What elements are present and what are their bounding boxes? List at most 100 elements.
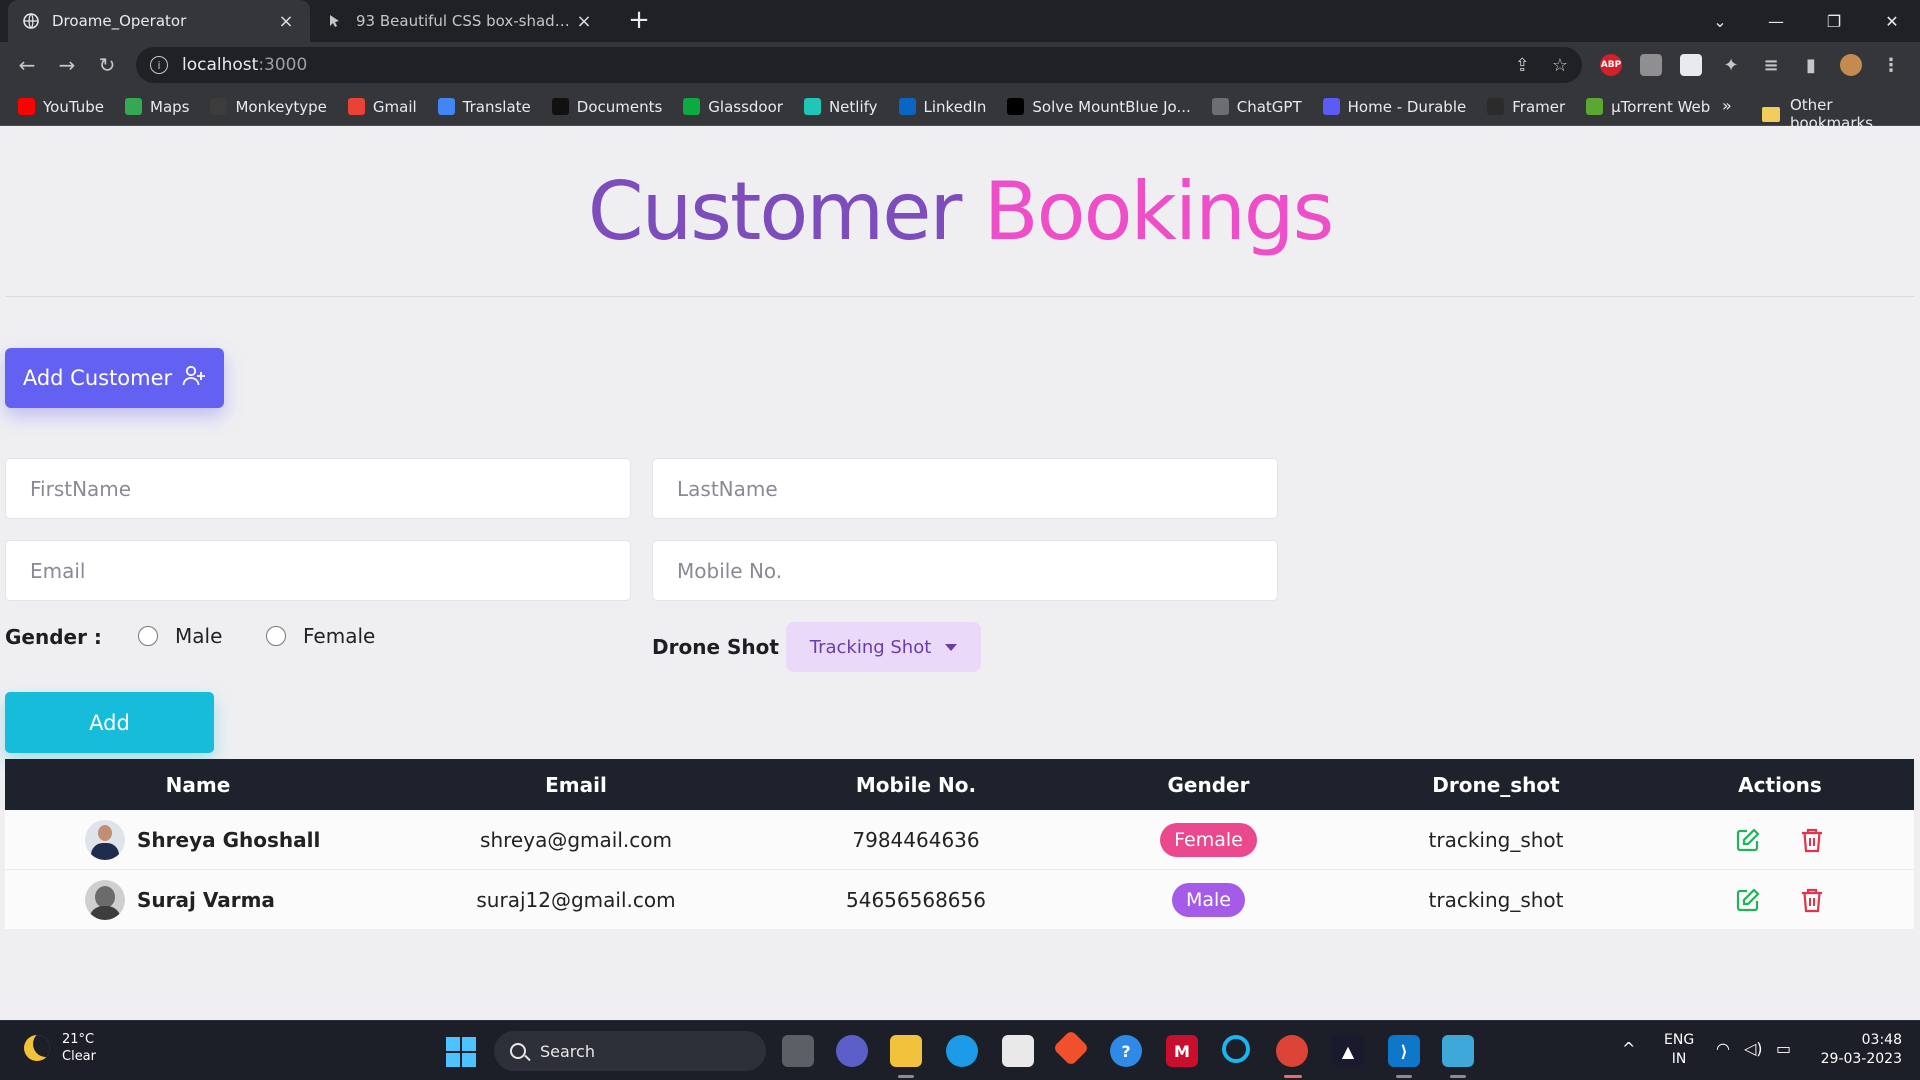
chevron-up-icon[interactable]: ^ — [1622, 1039, 1635, 1058]
lastname-input[interactable] — [652, 458, 1278, 519]
add-button[interactable]: Add — [5, 692, 214, 753]
extension-icon[interactable] — [1640, 54, 1662, 76]
firstname-input[interactable] — [5, 458, 631, 519]
name-cell: Shreya Ghoshall — [5, 819, 391, 860]
close-icon[interactable]: × — [574, 11, 594, 32]
task-view-icon[interactable] — [782, 1035, 814, 1067]
minimize-button[interactable]: — — [1748, 0, 1804, 42]
maps-icon — [125, 98, 142, 115]
gender-cell: Male — [1071, 882, 1346, 917]
edge-icon[interactable] — [946, 1035, 978, 1067]
bookmark-star-icon[interactable]: ☆ — [1552, 55, 1568, 76]
info-icon[interactable]: i — [150, 56, 168, 74]
bookmark-item[interactable]: Glassdoor — [683, 98, 783, 116]
reload-button[interactable]: ↻ — [92, 50, 122, 80]
actions-cell — [1646, 827, 1914, 853]
caret-down-icon — [945, 643, 958, 651]
bookmark-item[interactable]: LinkedIn — [898, 98, 986, 116]
browser-tab-strip: Droame_Operator × 93 Beautiful CSS box-s… — [0, 0, 1920, 42]
gender-radio-female[interactable]: Female — [266, 624, 375, 648]
gender-cell: Female — [1071, 822, 1346, 857]
address-bar[interactable]: i localhost:3000 ⇪ ☆ — [136, 47, 1582, 83]
browser-toolbar: ← → ↻ i localhost:3000 ⇪ ☆ ABP ✦ ≡ ▮ ⋮ — [0, 42, 1920, 88]
tab-css-box-shadow[interactable]: 93 Beautiful CSS box-shadow exa × — [312, 0, 608, 42]
add-customer-button[interactable]: Add Customer — [5, 348, 224, 408]
side-panel-icon[interactable]: ▮ — [1800, 54, 1822, 76]
close-icon[interactable]: × — [276, 11, 296, 32]
drone-shot-dropdown[interactable]: Tracking Shot — [786, 622, 981, 672]
help-icon[interactable]: ? — [1110, 1035, 1142, 1067]
puzzle-icon[interactable]: ✦ — [1720, 54, 1742, 76]
profile-avatar[interactable] — [1840, 54, 1862, 76]
delete-icon[interactable] — [1799, 827, 1825, 853]
share-icon[interactable]: ⇪ — [1515, 55, 1530, 76]
cortana-icon[interactable] — [1222, 1035, 1250, 1063]
edit-icon[interactable] — [1735, 887, 1761, 913]
restore-button[interactable]: ❐ — [1806, 0, 1862, 42]
mobile-cell: 54656568656 — [846, 887, 986, 912]
bookmark-item[interactable]: Monkeytype — [210, 98, 327, 116]
bookmark-item[interactable]: Framer — [1487, 98, 1565, 116]
bookmark-item[interactable]: ChatGPT — [1211, 98, 1302, 116]
adblock-icon[interactable]: ABP — [1600, 54, 1622, 76]
youtube-icon — [18, 98, 35, 115]
taskbar-search[interactable]: Search — [494, 1031, 766, 1071]
gender-badge: Male — [1171, 882, 1245, 917]
bookmark-item[interactable]: µTorrent Web — [1586, 98, 1710, 116]
framer-icon — [1487, 98, 1505, 115]
user-plus-icon — [182, 365, 206, 392]
bookmark-item[interactable]: Gmail — [347, 98, 417, 116]
clock[interactable]: 03:48 29-03-2023 — [1812, 1031, 1902, 1069]
gender-radio-male[interactable]: Male — [138, 624, 222, 648]
cursor-icon — [326, 12, 344, 30]
gender-badge: Female — [1160, 822, 1257, 857]
mountblue-icon — [1007, 98, 1025, 115]
start-button[interactable] — [446, 1037, 476, 1067]
chrome-icon[interactable] — [1276, 1035, 1308, 1067]
url-text: localhost:3000 — [182, 55, 308, 75]
forward-button[interactable]: → — [52, 50, 82, 80]
gmail-icon — [347, 98, 365, 115]
language-indicator[interactable]: ENG IN — [1664, 1031, 1694, 1069]
vscode-icon[interactable]: ⟩ — [1388, 1035, 1420, 1067]
menu-kebab-icon[interactable]: ⋮ — [1880, 54, 1902, 76]
bookmark-item[interactable]: Home - Durable — [1322, 98, 1466, 116]
notepad-icon[interactable] — [1442, 1035, 1474, 1067]
media-queue-icon[interactable]: ≡ — [1760, 54, 1782, 76]
close-window-button[interactable]: ✕ — [1864, 0, 1920, 42]
email-input[interactable] — [5, 540, 631, 601]
anydesk-icon[interactable] — [1052, 1029, 1090, 1067]
teams-chat-icon[interactable] — [836, 1035, 868, 1067]
tab-search-icon[interactable]: ⌄ — [1692, 0, 1748, 42]
battery-icon[interactable]: ▭ — [1776, 1039, 1791, 1058]
wifi-icon[interactable]: ◠ — [1716, 1039, 1730, 1058]
header-mobile: Mobile No. — [855, 772, 977, 797]
documents-icon — [551, 98, 569, 115]
file-explorer-icon[interactable] — [890, 1035, 922, 1067]
drone-shot-cell: tracking_shot — [1428, 827, 1564, 852]
mobile-input[interactable] — [652, 540, 1278, 601]
globe-icon — [22, 12, 40, 30]
linkedin-icon — [898, 98, 916, 115]
store-icon[interactable] — [1002, 1035, 1034, 1067]
back-button[interactable]: ← — [12, 50, 42, 80]
arc-icon[interactable]: ▲ — [1332, 1035, 1364, 1067]
bookmark-item[interactable]: Translate — [437, 98, 531, 116]
more-bookmarks-icon[interactable]: » — [1722, 96, 1732, 115]
extension-icon[interactable] — [1680, 54, 1702, 76]
header-email: Email — [545, 772, 607, 797]
mcafee-icon[interactable]: M — [1166, 1035, 1198, 1067]
radio-circle[interactable] — [138, 626, 158, 646]
bookmark-item[interactable]: Maps — [125, 98, 189, 116]
radio-circle[interactable] — [266, 626, 286, 646]
tab-droame-operator[interactable]: Droame_Operator × — [8, 0, 310, 42]
bookmark-item[interactable]: Solve MountBlue Jo... — [1007, 98, 1191, 116]
delete-icon[interactable] — [1799, 887, 1825, 913]
bookmark-item[interactable]: Documents — [551, 98, 662, 116]
volume-icon[interactable]: ◁) — [1744, 1039, 1763, 1058]
bookmark-item[interactable]: Netlify — [803, 98, 878, 116]
new-tab-button[interactable]: + — [624, 5, 654, 35]
bookmark-item[interactable]: YouTube — [18, 98, 104, 116]
edit-icon[interactable] — [1735, 827, 1761, 853]
weather-widget[interactable]: 21°C Clear — [24, 1031, 96, 1065]
